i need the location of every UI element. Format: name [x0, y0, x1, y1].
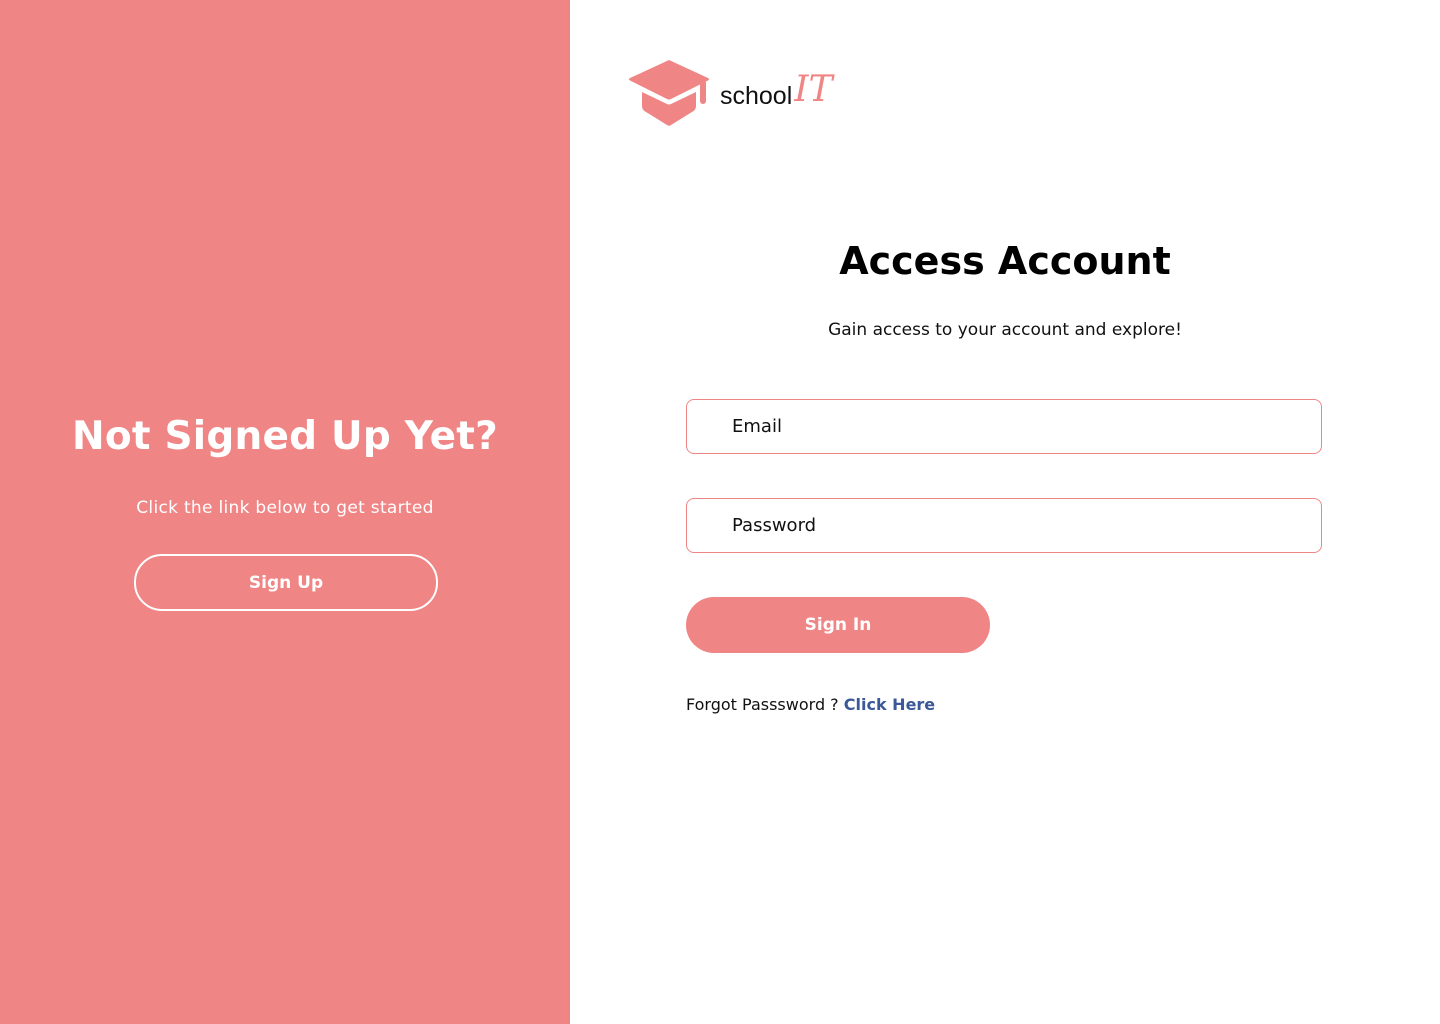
sign-in-button[interactable]: Sign In — [686, 597, 990, 653]
logo-text-school: school — [720, 82, 793, 110]
forgot-password-row: Forgot Passsword ? Click Here — [686, 694, 935, 716]
password-field-container — [686, 498, 1322, 553]
email-field-container — [686, 399, 1322, 454]
forgot-password-link[interactable]: Click Here — [844, 695, 935, 714]
sign-up-button[interactable]: Sign Up — [134, 554, 438, 611]
signup-promo-subtext: Click the link below to get started — [136, 498, 434, 518]
page-title: Access Account — [839, 239, 1171, 283]
forgot-password-text: Forgot Passsword ? — [686, 695, 839, 714]
graduation-cap-icon — [629, 60, 709, 126]
signup-promo-panel: Not Signed Up Yet? Click the link below … — [0, 0, 570, 1024]
password-field[interactable] — [687, 499, 1321, 552]
logo-text-it: IT — [794, 69, 833, 110]
school-it-logo: schoolIT — [628, 58, 848, 130]
login-page: Not Signed Up Yet? Click the link below … — [0, 0, 1440, 1024]
page-subtitle: Gain access to your account and explore! — [828, 320, 1182, 340]
email-field[interactable] — [687, 400, 1321, 453]
signup-promo-heading: Not Signed Up Yet? — [72, 414, 498, 459]
logo-wordmark: schoolIT — [720, 69, 833, 113]
